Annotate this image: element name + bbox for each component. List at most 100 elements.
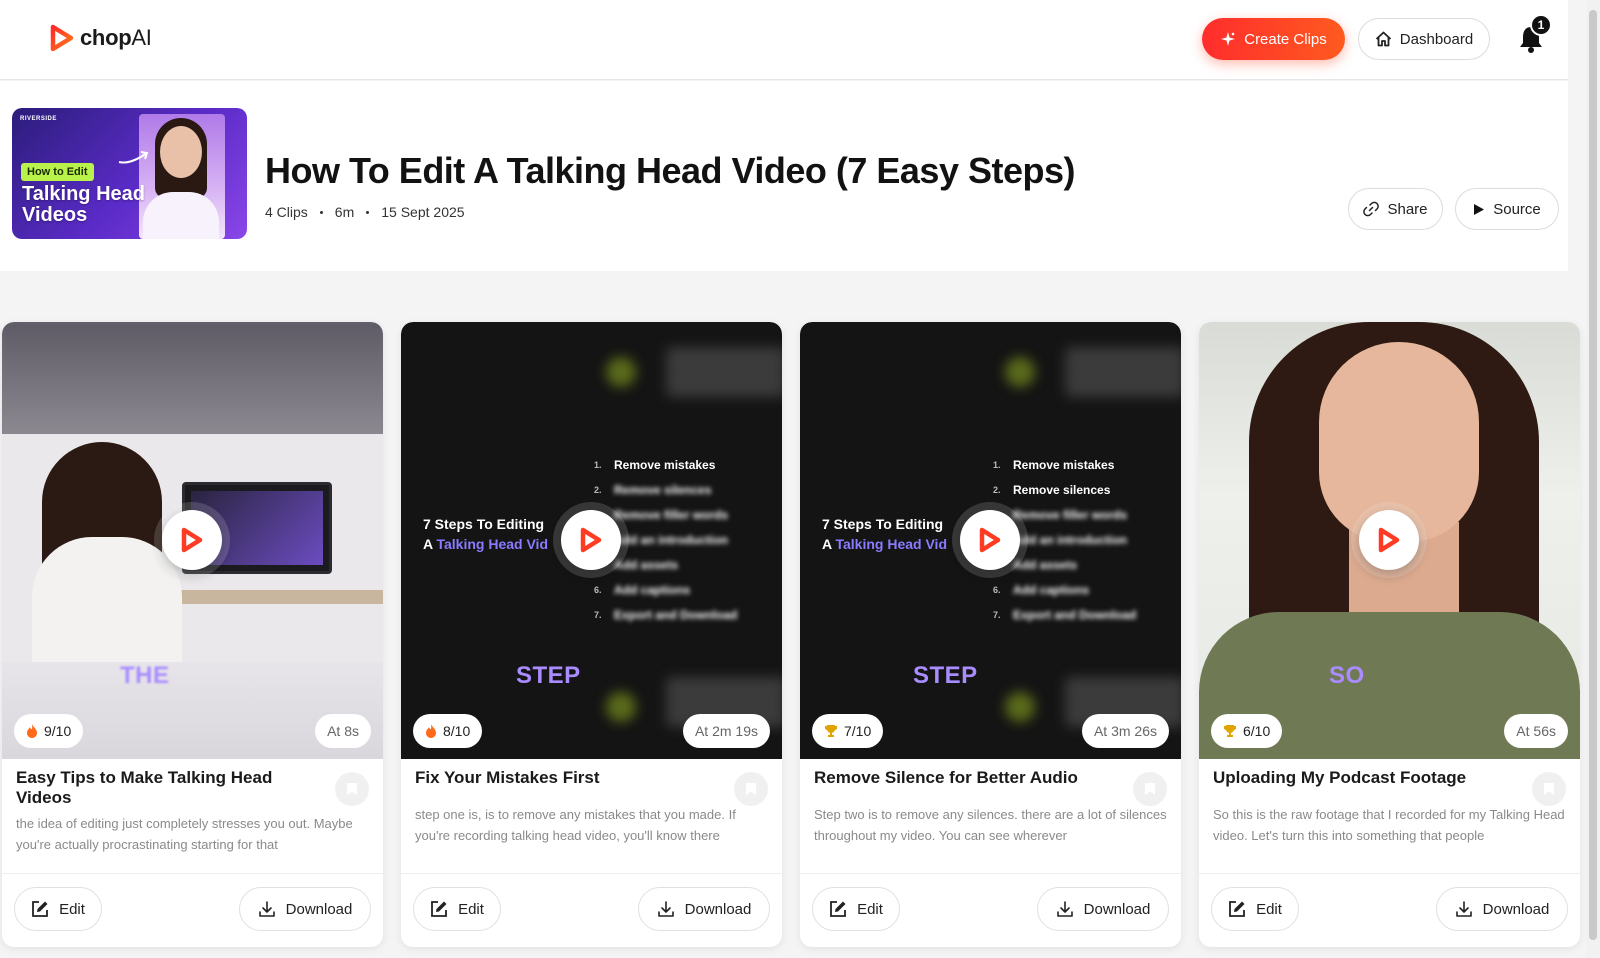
edit-button[interactable]: Edit bbox=[812, 887, 900, 931]
bookmark-icon bbox=[1544, 783, 1554, 795]
steps-heading: 7 Steps To Editing A Talking Head Vid bbox=[423, 516, 548, 552]
home-icon bbox=[1375, 31, 1391, 47]
download-icon bbox=[1056, 901, 1073, 917]
bookmark-button[interactable] bbox=[1133, 772, 1167, 806]
play-icon bbox=[979, 527, 1001, 553]
clip-title: Fix Your Mistakes First bbox=[415, 768, 600, 787]
blurred-shape bbox=[1005, 357, 1035, 387]
video-title: How To Edit A Talking Head Video (7 Easy… bbox=[265, 150, 1075, 191]
trophy-icon bbox=[825, 725, 837, 737]
edit-icon bbox=[32, 901, 48, 917]
edit-icon bbox=[830, 901, 846, 917]
blurred-shape bbox=[1065, 347, 1181, 397]
download-button[interactable]: Download bbox=[239, 887, 371, 931]
clip-count: 4 Clips bbox=[265, 204, 308, 220]
trophy-icon bbox=[1224, 725, 1236, 737]
clip-preview[interactable]: THE 9/10 At 8s bbox=[2, 322, 383, 759]
video-thumbnail[interactable]: RIVERSIDE How to Edit Talking Head Videos bbox=[12, 108, 247, 239]
timestamp-badge: At 56s bbox=[1504, 714, 1568, 748]
scrollbar-thumb[interactable] bbox=[1589, 10, 1597, 940]
virality-score-badge: 7/10 bbox=[812, 714, 884, 748]
blurred-shape bbox=[606, 692, 636, 722]
play-button[interactable] bbox=[561, 510, 621, 570]
clip-description: step one is, is to remove any mistakes t… bbox=[415, 807, 736, 843]
clip-card[interactable]: THE 9/10 At 8s Easy Tips to Make Talking… bbox=[2, 322, 383, 947]
logo[interactable]: chopAI bbox=[50, 24, 152, 52]
step-row: 2. Remove silences bbox=[993, 482, 1111, 497]
edit-icon bbox=[431, 901, 447, 917]
step-row: 2. Remove silences bbox=[594, 482, 712, 497]
virality-score-badge: 9/10 bbox=[14, 714, 84, 748]
virality-score-badge: 8/10 bbox=[413, 714, 483, 748]
clip-caption: STEP bbox=[913, 662, 978, 689]
bookmark-icon bbox=[746, 783, 756, 795]
virality-score-badge: 6/10 bbox=[1211, 714, 1283, 748]
edit-button[interactable]: Edit bbox=[1211, 887, 1299, 931]
clip-preview[interactable]: 7 Steps To Editing A Talking Head Vid 1. R… bbox=[800, 322, 1181, 759]
arrow-icon bbox=[118, 151, 149, 164]
top-bar: chopAI Create Clips Dashboard 1 bbox=[0, 0, 1568, 80]
video-info-panel: RIVERSIDE How to Edit Talking Head Videos… bbox=[0, 81, 1568, 271]
page-scrollbar[interactable] bbox=[1586, 0, 1600, 958]
download-button[interactable]: Download bbox=[1037, 887, 1169, 931]
step-row: 1. Remove mistakes bbox=[594, 457, 716, 472]
thumbnail-tag: How to Edit bbox=[21, 163, 94, 181]
clip-caption: SO bbox=[1329, 662, 1365, 689]
steps-heading: 7 Steps To Editing A Talking Head Vid bbox=[822, 516, 947, 552]
clip-title: Uploading My Podcast Footage bbox=[1213, 768, 1467, 787]
bookmark-button[interactable] bbox=[335, 772, 369, 806]
blurred-shape bbox=[606, 357, 636, 387]
bookmark-button[interactable] bbox=[734, 772, 768, 806]
download-icon bbox=[258, 901, 275, 917]
download-icon bbox=[657, 901, 674, 917]
clip-title: Easy Tips to Make Talking Head Videos bbox=[16, 768, 273, 807]
blurred-shape bbox=[666, 347, 782, 397]
clip-preview[interactable]: SO 6/10 At 56s bbox=[1199, 322, 1580, 759]
edit-button[interactable]: Edit bbox=[14, 887, 102, 931]
video-duration: 6m bbox=[334, 204, 355, 220]
play-icon bbox=[1474, 203, 1485, 215]
card-divider bbox=[401, 873, 782, 874]
clip-card[interactable]: SO 6/10 At 56s Uploading My Podcast Foot… bbox=[1199, 322, 1580, 947]
bookmark-icon bbox=[1145, 783, 1155, 795]
clip-caption: THE bbox=[120, 662, 170, 689]
download-button[interactable]: Download bbox=[1436, 887, 1568, 931]
link-icon bbox=[1363, 201, 1380, 217]
step-row: 1. Remove mistakes bbox=[993, 457, 1115, 472]
card-divider bbox=[800, 873, 1181, 874]
play-button[interactable] bbox=[960, 510, 1020, 570]
play-icon bbox=[1378, 527, 1400, 553]
download-button[interactable]: Download bbox=[638, 887, 770, 931]
play-button[interactable] bbox=[1359, 510, 1419, 570]
card-divider bbox=[2, 873, 383, 874]
download-icon bbox=[1455, 901, 1472, 917]
timestamp-badge: At 3m 26s bbox=[1081, 714, 1169, 748]
play-button[interactable] bbox=[162, 510, 222, 570]
fire-icon bbox=[27, 724, 37, 738]
card-divider bbox=[1199, 873, 1580, 874]
bookmark-button[interactable] bbox=[1532, 772, 1566, 806]
preview-shirt bbox=[32, 537, 182, 667]
share-button[interactable]: Share bbox=[1348, 188, 1443, 230]
clip-caption: STEP bbox=[516, 662, 581, 689]
step-row: 6. Add captions bbox=[594, 582, 691, 597]
edit-icon bbox=[1229, 901, 1245, 917]
chopai-logo-icon bbox=[50, 24, 74, 52]
video-date: 15 Sept 2025 bbox=[381, 204, 465, 220]
clip-description: So this is the raw footage that I record… bbox=[1213, 807, 1565, 843]
dashboard-button[interactable]: Dashboard bbox=[1358, 18, 1490, 60]
fire-icon bbox=[426, 724, 436, 738]
clip-preview[interactable]: 7 Steps To Editing A Talking Head Vid 1. R… bbox=[401, 322, 782, 759]
create-clips-button[interactable]: Create Clips bbox=[1202, 18, 1345, 60]
source-button[interactable]: Source bbox=[1455, 188, 1559, 230]
clip-title: Remove Silence for Better Audio bbox=[814, 768, 1078, 787]
thumbnail-brand: RIVERSIDE bbox=[20, 116, 57, 122]
notification-count-badge: 1 bbox=[1530, 14, 1552, 36]
step-row: 6. Add captions bbox=[993, 582, 1090, 597]
separator-dot bbox=[319, 210, 323, 214]
thumbnail-torso bbox=[143, 192, 219, 239]
clip-card[interactable]: 7 Steps To Editing A Talking Head Vid 1. R… bbox=[401, 322, 782, 947]
bookmark-icon bbox=[347, 783, 357, 795]
edit-button[interactable]: Edit bbox=[413, 887, 501, 931]
clip-card[interactable]: 7 Steps To Editing A Talking Head Vid 1. R… bbox=[800, 322, 1181, 947]
